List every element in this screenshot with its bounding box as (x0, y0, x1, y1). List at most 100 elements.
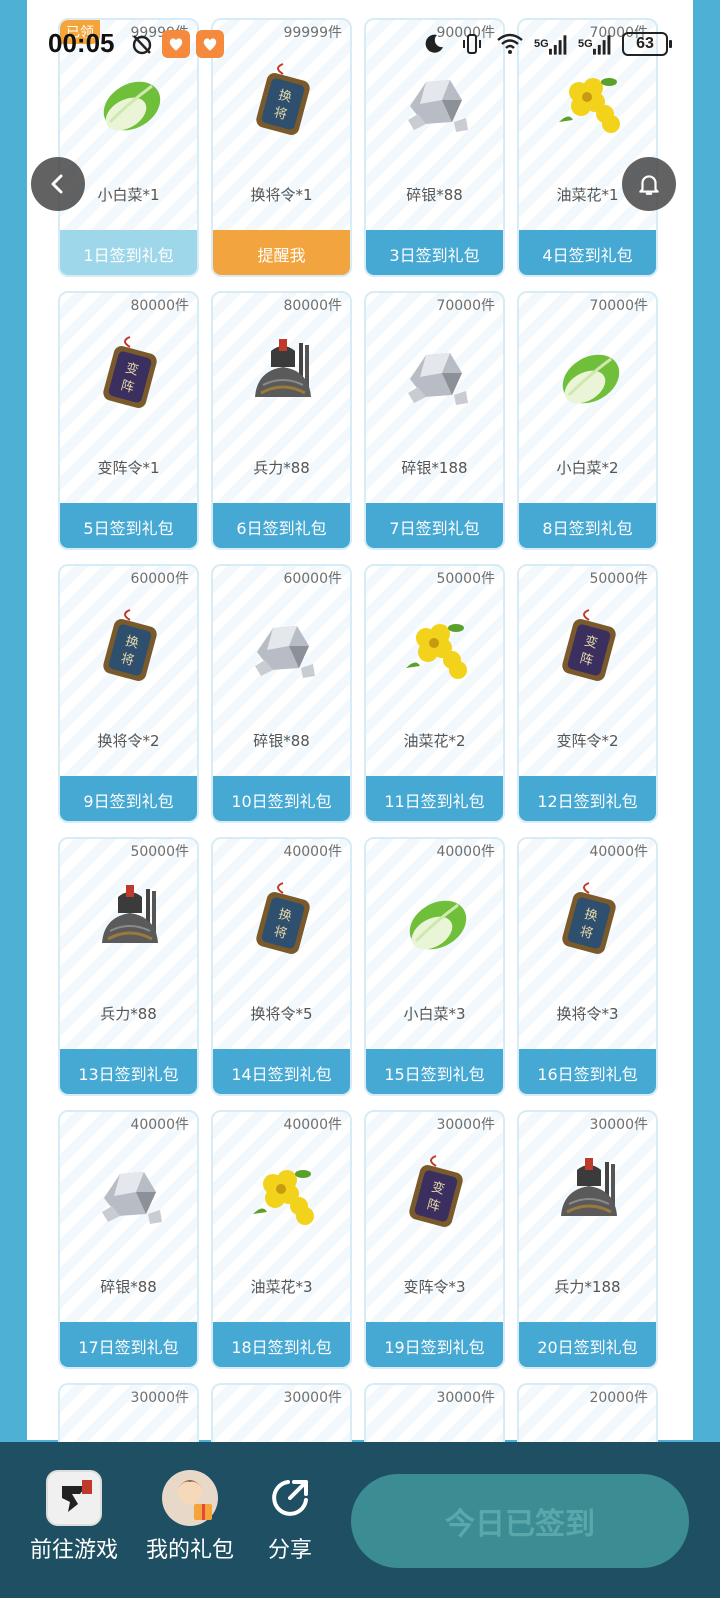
gift-pack-button[interactable]: 17日签到礼包 (60, 1322, 197, 1367)
remind-me-button[interactable]: 提醒我 (213, 230, 350, 275)
gift-grid: 99999件 已领 小白菜*1 1日签到礼包 99999件换将换将令*1 提醒我 90000… (58, 18, 658, 1463)
item-name: 换将令*3 (556, 1005, 619, 1023)
item-name: 碎银*188 (401, 459, 468, 477)
stock-count: 60000件 (130, 571, 189, 587)
gift-pack-button[interactable]: 18日签到礼包 (213, 1322, 350, 1367)
app-notification-icon (196, 30, 224, 58)
gift-pack-button[interactable]: 10日签到礼包 (213, 776, 350, 821)
share-button[interactable]: 分享 (262, 1470, 318, 1564)
stock-count: 40000件 (130, 1117, 189, 1133)
stock-count: 70000件 (589, 298, 648, 314)
item-name: 油菜花*3 (250, 1278, 313, 1296)
silver-icon (243, 608, 323, 688)
go-to-game-button[interactable]: 前往游戏 (30, 1470, 118, 1564)
stock-count: 50000件 (436, 571, 495, 587)
signal-icon: 5G (534, 30, 568, 58)
item-name: 兵力*88 (253, 459, 310, 477)
gift-card: 40000件小白菜*3 15日签到礼包 (364, 837, 505, 1096)
item-name: 换将令*5 (250, 1005, 313, 1023)
item-name: 小白菜*2 (556, 459, 619, 477)
stock-count: 30000件 (589, 1117, 648, 1133)
stock-count: 30000件 (436, 1117, 495, 1133)
gift-card: 70000件小白菜*2 8日签到礼包 (517, 291, 658, 550)
app-notification-icon (162, 30, 190, 58)
token-huanjiang-icon: 换将 (243, 62, 323, 142)
token-bianzhen-icon: 变阵 (90, 335, 170, 415)
battery-indicator: 63 (622, 32, 672, 56)
flower-icon (549, 62, 629, 142)
gift-pack-button[interactable]: 16日签到礼包 (519, 1049, 656, 1094)
item-name: 换将令*2 (97, 732, 160, 750)
stock-count: 80000件 (283, 298, 342, 314)
avatar-gift-icon (162, 1470, 218, 1526)
cabbage-icon (90, 62, 170, 142)
go-to-game-label: 前往游戏 (30, 1538, 119, 1563)
gift-card: 50000件 兵力*88 13日签到礼包 (58, 837, 199, 1096)
clock: 00:05 (48, 28, 115, 58)
gift-pack-button[interactable]: 1日签到礼包 (60, 230, 197, 275)
gift-pack-button[interactable]: 3日签到礼包 (366, 230, 503, 275)
stock-count: 40000件 (283, 844, 342, 860)
signal-icon: 5G (578, 30, 612, 58)
gift-card: 70000件碎银*188 7日签到礼包 (364, 291, 505, 550)
gift-card: 40000件换将换将令*5 14日签到礼包 (211, 837, 352, 1096)
cabbage-icon (396, 881, 476, 961)
game-logo-icon (46, 1470, 102, 1526)
gift-card: 80000件兵力*88 6日签到礼包 (211, 291, 352, 550)
stock-count: 70000件 (436, 298, 495, 314)
silver-icon (396, 335, 476, 415)
my-gifts-label: 我的礼包 (146, 1538, 235, 1563)
gift-pack-button[interactable]: 7日签到礼包 (366, 503, 503, 548)
gift-pack-button[interactable]: 14日签到礼包 (213, 1049, 350, 1094)
gift-card: 40000件油菜花*3 18日签到礼包 (211, 1110, 352, 1369)
item-name: 变阵令*1 (97, 459, 160, 477)
alarm-off-icon (128, 30, 156, 58)
token-bianzhen-icon: 变阵 (396, 1154, 476, 1234)
silver-icon (396, 62, 476, 142)
bottom-bar: 前往游戏 我的礼包 分享 今日已签到 (0, 1442, 720, 1598)
gift-pack-button[interactable]: 9日签到礼包 (60, 776, 197, 821)
gift-card: 50000件油菜花*2 11日签到礼包 (364, 564, 505, 823)
gift-card: 80000件变阵变阵令*1 5日签到礼包 (58, 291, 199, 550)
gift-card: 40000件换将换将令*3 16日签到礼包 (517, 837, 658, 1096)
notification-button[interactable] (622, 157, 676, 211)
item-name: 小白菜*3 (403, 1005, 466, 1023)
gift-pack-button[interactable]: 13日签到礼包 (60, 1049, 197, 1094)
status-bar: 00:05 5G 5G 63 (0, 22, 720, 66)
gift-card: 30000件兵力*188 20日签到礼包 (517, 1110, 658, 1369)
token-huanjiang-icon: 换将 (90, 608, 170, 688)
stock-count: 40000件 (436, 844, 495, 860)
gift-pack-button[interactable]: 4日签到礼包 (519, 230, 656, 275)
back-button[interactable] (31, 157, 85, 211)
stock-count: 80000件 (130, 298, 189, 314)
bell-icon (639, 175, 659, 195)
gift-pack-button[interactable]: 19日签到礼包 (366, 1322, 503, 1367)
gift-pack-button[interactable]: 5日签到礼包 (60, 503, 197, 548)
token-bianzhen-icon: 变阵 (549, 608, 629, 688)
gift-pack-button[interactable]: 15日签到礼包 (366, 1049, 503, 1094)
gift-pack-button[interactable]: 11日签到礼包 (366, 776, 503, 821)
gift-pack-button[interactable]: 20日签到礼包 (519, 1322, 656, 1367)
gift-pack-button[interactable]: 12日签到礼包 (519, 776, 656, 821)
flower-icon (243, 1154, 323, 1234)
stock-count: 40000件 (589, 844, 648, 860)
my-gifts-button[interactable]: 我的礼包 (146, 1470, 234, 1564)
stock-count: 30000件 (436, 1390, 495, 1406)
stock-count: 50000件 (589, 571, 648, 587)
stock-count: 40000件 (283, 1117, 342, 1133)
silver-icon (90, 1154, 170, 1234)
gift-card: 40000件 碎银*88 17日签到礼包 (58, 1110, 199, 1369)
gift-pack-button[interactable]: 8日签到礼包 (519, 503, 656, 548)
item-name: 兵力*188 (554, 1278, 621, 1296)
signed-today-button[interactable]: 今日已签到 (351, 1474, 689, 1568)
item-name: 油菜花*2 (403, 732, 466, 750)
stock-count: 60000件 (283, 571, 342, 587)
armor-icon (243, 335, 323, 415)
gift-pack-button[interactable]: 6日签到礼包 (213, 503, 350, 548)
wifi-icon (496, 30, 524, 58)
stock-count: 30000件 (130, 1390, 189, 1406)
gift-card: 50000件变阵变阵令*2 12日签到礼包 (517, 564, 658, 823)
item-name: 兵力*88 (100, 1005, 157, 1023)
item-name: 换将令*1 (250, 186, 313, 204)
flower-icon (396, 608, 476, 688)
